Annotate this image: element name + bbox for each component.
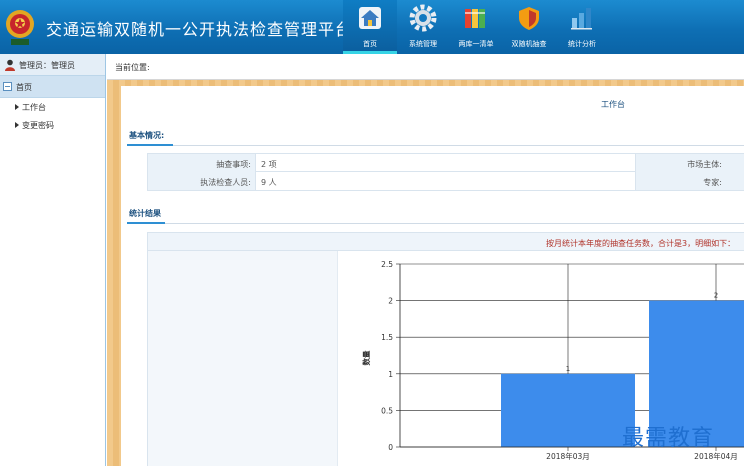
nav-two-libraries-list-label: 两库一清单 xyxy=(458,40,494,48)
sidebar-item-change-password-label: 变更密码 xyxy=(22,121,54,130)
sidebar-item-home[interactable]: 首页 xyxy=(0,76,105,98)
sidebar-item-home-label: 首页 xyxy=(16,83,32,92)
location-bar: 当前位置: xyxy=(107,54,744,80)
nav-home-label: 首页 xyxy=(363,40,377,48)
bar xyxy=(501,373,635,447)
x-tick-label: 2018年03月 xyxy=(546,451,590,461)
basic-section-title: 基本情况: xyxy=(129,131,165,140)
nav-statistics[interactable]: 统计分析 xyxy=(555,0,609,54)
location-label: 当前位置: xyxy=(115,63,150,72)
bar-chart-icon xyxy=(571,8,592,30)
triangle-right-icon xyxy=(15,122,19,128)
top-header: 交通运输双随机一公开执法检查管理平台 首页 系统管理 两库一清单 双随机抽查 统… xyxy=(0,0,744,54)
nav-two-libraries-list[interactable]: 两库一清单 xyxy=(449,0,503,54)
app-title: 交通运输双随机一公开执法检查管理平台 xyxy=(46,20,353,39)
section-underline xyxy=(127,222,165,224)
y-tick-label: 0 xyxy=(388,443,393,452)
app-window: 交通运输双随机一公开执法检查管理平台 首页 系统管理 两库一清单 双随机抽查 统… xyxy=(0,0,744,466)
y-tick-label: 1 xyxy=(388,370,393,379)
gear-icon xyxy=(409,4,437,32)
y-tick-label: 0.5 xyxy=(381,406,393,415)
data-label: 2 xyxy=(714,292,718,300)
binders-icon xyxy=(465,9,485,28)
nav-home[interactable]: 首页 xyxy=(343,0,397,54)
y-tick-label: 2 xyxy=(388,297,393,306)
house-icon xyxy=(359,7,381,29)
admin-bar: 管理员：管理员 xyxy=(0,54,105,76)
nav-random-inspection-label: 双随机抽查 xyxy=(511,40,547,48)
collapse-box-icon xyxy=(3,82,12,91)
section-underline xyxy=(127,144,173,146)
x-tick-label: 2018年04月 xyxy=(694,451,738,461)
nav-statistics-label: 统计分析 xyxy=(568,40,596,48)
sidebar-item-workbench-label: 工作台 xyxy=(22,103,46,112)
section-divider xyxy=(127,145,744,146)
data-label: 1 xyxy=(566,365,570,373)
shield-icon xyxy=(519,7,539,30)
sidebar-item-change-password[interactable]: 变更密码 xyxy=(0,116,105,134)
stats-section-title: 统计结果 xyxy=(129,209,161,218)
emblem-logo-icon xyxy=(6,10,34,45)
y-tick-label: 1.5 xyxy=(381,333,393,342)
y-axis-label: 数量 xyxy=(361,350,371,365)
nav-system-management-label: 系统管理 xyxy=(409,40,437,48)
nav-random-inspection[interactable]: 双随机抽查 xyxy=(502,0,556,54)
sidebar: 管理员：管理员 首页 工作台 变更密码 xyxy=(0,54,106,466)
admin-label: 管理员：管理员 xyxy=(19,61,75,70)
watermark-text: 最需教育 xyxy=(622,426,715,451)
nav-system-management[interactable]: 系统管理 xyxy=(396,0,450,54)
user-icon xyxy=(5,59,15,71)
triangle-right-icon xyxy=(15,104,19,110)
page-title: 工作台 xyxy=(601,100,625,109)
sidebar-item-workbench[interactable]: 工作台 xyxy=(0,98,105,116)
y-tick-label: 2.5 xyxy=(381,260,393,269)
